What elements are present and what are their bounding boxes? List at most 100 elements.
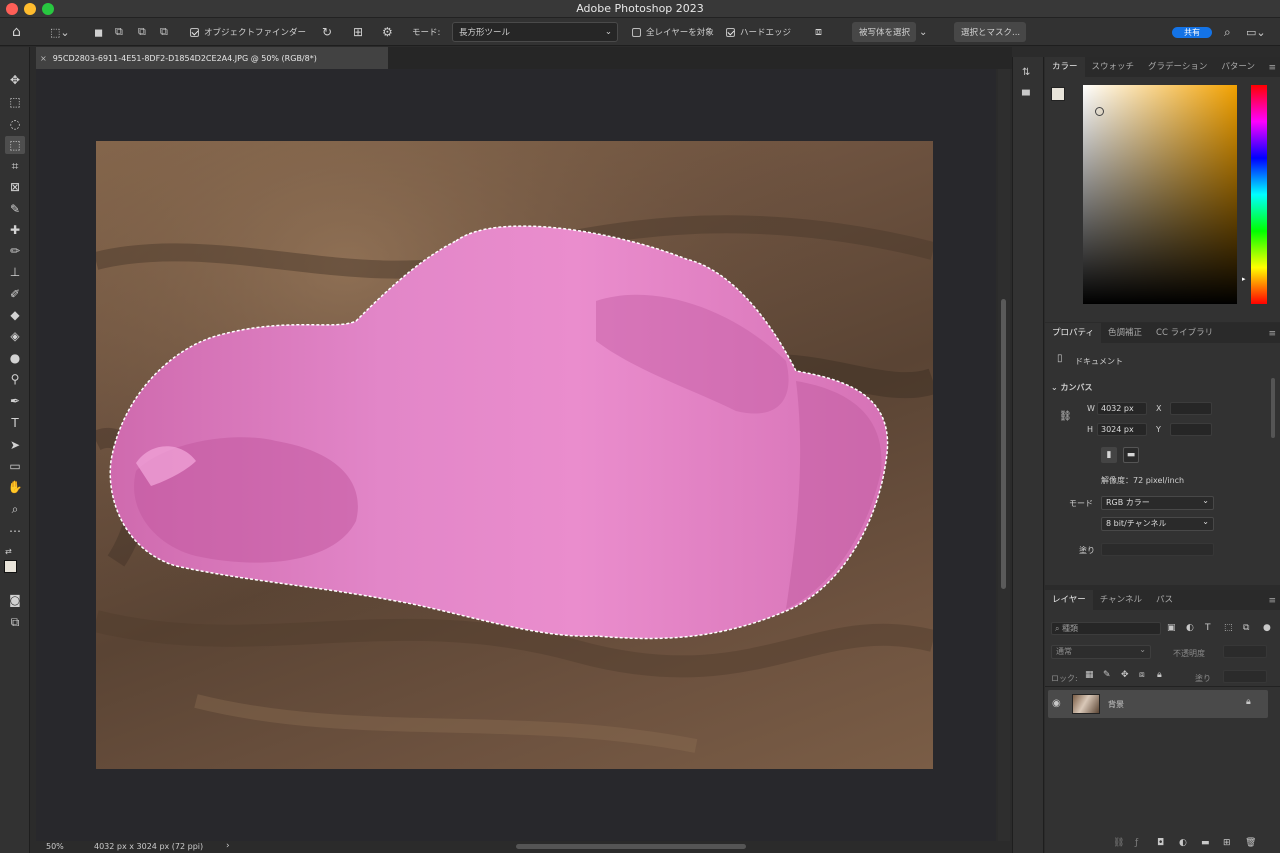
filter-shape-icon[interactable]: ⬚: [1224, 623, 1233, 633]
brush-tool-icon[interactable]: ✏: [5, 242, 25, 260]
blur-tool-icon[interactable]: ●: [5, 349, 25, 367]
object-selection-tool-preset-icon[interactable]: ⬚⌄: [50, 22, 70, 42]
filter-smart-object-icon[interactable]: ⧉: [1243, 623, 1249, 633]
tab-channels[interactable]: チャンネル: [1093, 590, 1149, 610]
filter-type-icon[interactable]: T: [1205, 623, 1211, 633]
screen-mode-icon[interactable]: ⧉: [5, 613, 25, 631]
tab-patterns[interactable]: パターン: [1214, 57, 1262, 77]
lock-position-icon[interactable]: ✥: [1121, 670, 1129, 680]
select-subject-dropdown-icon[interactable]: ⌄: [919, 22, 927, 42]
history-panel-icon[interactable]: ⇅: [1022, 67, 1030, 78]
selection-mode-new-icon[interactable]: ◼: [94, 22, 103, 42]
vertical-scrollbar[interactable]: [998, 69, 1010, 841]
fill-input[interactable]: [1223, 670, 1267, 683]
panel-menu-icon[interactable]: ≡: [1268, 63, 1276, 73]
y-input[interactable]: [1170, 423, 1212, 436]
hue-slider-handle-icon[interactable]: ▸: [1242, 275, 1246, 283]
vertical-scroll-thumb[interactable]: [1001, 299, 1006, 589]
pen-tool-icon[interactable]: ✒: [5, 392, 25, 410]
eyedropper-tool-icon[interactable]: ✎: [5, 200, 25, 218]
chevron-right-icon[interactable]: ›: [226, 841, 230, 851]
new-layer-icon[interactable]: ⊞: [1223, 838, 1231, 848]
rectangle-tool-icon[interactable]: ▭: [5, 457, 25, 475]
select-subject-button[interactable]: 被写体を選択: [852, 22, 916, 42]
new-group-icon[interactable]: ▬: [1201, 838, 1210, 848]
canvas-section-header[interactable]: ⌄ カンバス: [1051, 382, 1093, 393]
layer-style-icon[interactable]: ƒ: [1135, 838, 1138, 848]
swap-colors-icon[interactable]: ⇄: [5, 542, 25, 560]
zoom-tool-icon[interactable]: ⌕: [5, 500, 25, 518]
tab-cc-libraries[interactable]: CC ライブラリ: [1149, 323, 1220, 343]
foreground-color-chip[interactable]: [1051, 87, 1065, 101]
hard-edge-check[interactable]: [726, 27, 735, 37]
close-tab-icon[interactable]: ×: [40, 54, 47, 63]
height-input[interactable]: 3024 px: [1097, 423, 1147, 436]
marquee-tool-icon[interactable]: ⬚: [5, 93, 25, 111]
select-and-mask-button[interactable]: 選択とマスク...: [954, 22, 1026, 42]
horizontal-scroll-thumb[interactable]: [516, 844, 746, 849]
more-tools-icon[interactable]: ⋯: [5, 522, 25, 540]
blend-mode-select[interactable]: 通常: [1051, 644, 1151, 659]
search-icon[interactable]: ⌕: [1224, 22, 1231, 42]
landscape-orientation-icon[interactable]: ▬: [1123, 447, 1139, 463]
trash-icon[interactable]: 🗑︎: [1245, 838, 1256, 848]
dodge-tool-icon[interactable]: ⚲: [5, 370, 25, 388]
sample-all-layers-check[interactable]: [632, 27, 641, 37]
fill-select[interactable]: [1101, 543, 1214, 556]
filter-pixel-icon[interactable]: ▣: [1167, 623, 1176, 633]
foreground-color-swatch[interactable]: [4, 560, 17, 573]
lock-artboard-icon[interactable]: ⧈: [1139, 670, 1145, 680]
zoom-level[interactable]: 50%: [46, 842, 64, 851]
crop-tool-icon[interactable]: ⌗: [5, 157, 25, 175]
frame-tool-icon[interactable]: ⊠: [5, 178, 25, 196]
filter-adjustment-icon[interactable]: ◐: [1186, 623, 1194, 633]
tab-gradients[interactable]: グラデーション: [1141, 57, 1214, 77]
tab-properties[interactable]: プロパティ: [1045, 323, 1101, 343]
mode-select[interactable]: 長方形ツール ⌄: [452, 22, 618, 42]
enhance-edge-icon[interactable]: ⧈: [815, 22, 822, 42]
hard-edge-checkbox[interactable]: ハードエッジ: [726, 22, 791, 42]
move-tool-icon[interactable]: ✥: [5, 71, 25, 89]
color-picker-cursor[interactable]: [1095, 107, 1104, 116]
hand-tool-icon[interactable]: ✋: [5, 478, 25, 496]
object-finder-checkbox[interactable]: オブジェクトファインダー: [190, 22, 306, 42]
tab-color[interactable]: カラー: [1045, 57, 1085, 77]
selection-mode-subtract-icon[interactable]: ⧉: [138, 22, 146, 42]
object-finder-check[interactable]: [190, 27, 199, 37]
home-icon[interactable]: ⌂: [12, 22, 21, 42]
healing-brush-tool-icon[interactable]: ✚: [5, 221, 25, 239]
filter-toggle-icon[interactable]: ●: [1263, 623, 1271, 633]
show-all-objects-icon[interactable]: ⊞: [353, 22, 363, 42]
refresh-icon[interactable]: ↻: [322, 22, 332, 42]
type-tool-icon[interactable]: T: [5, 414, 25, 432]
canvas-area[interactable]: [36, 69, 996, 841]
color-mode-select[interactable]: RGB カラー: [1101, 495, 1214, 510]
opacity-input[interactable]: [1223, 645, 1267, 658]
adjustment-layer-icon[interactable]: ◐: [1179, 838, 1187, 848]
tab-paths[interactable]: パス: [1149, 590, 1180, 610]
workspace-icon[interactable]: ▭⌄: [1246, 22, 1266, 42]
gear-icon[interactable]: ⚙: [382, 22, 393, 42]
tab-layers[interactable]: レイヤー: [1045, 590, 1093, 610]
add-mask-icon[interactable]: ◘: [1157, 838, 1164, 848]
properties-scrollbar[interactable]: [1271, 378, 1275, 438]
link-layers-icon[interactable]: ⛓: [1113, 838, 1124, 848]
clone-stamp-tool-icon[interactable]: ⊥: [5, 263, 25, 281]
share-button[interactable]: 共有: [1172, 23, 1212, 41]
tab-swatches[interactable]: スウォッチ: [1085, 57, 1142, 77]
panel-menu-icon[interactable]: ≡: [1268, 329, 1276, 339]
layer-row-background[interactable]: ◉ 背景 🔒︎: [1048, 690, 1268, 718]
hue-slider[interactable]: [1251, 85, 1267, 304]
layer-filter-input[interactable]: ⌕ 種類: [1051, 622, 1161, 635]
history-brush-tool-icon[interactable]: ✐: [5, 285, 25, 303]
color-field[interactable]: [1083, 85, 1237, 304]
lock-all-icon[interactable]: 🔒︎: [1157, 670, 1162, 680]
eraser-tool-icon[interactable]: ◆: [5, 306, 25, 324]
document-tab[interactable]: × 95CD2803-6911-4E51-8DF2-D1854D2CE2A4.J…: [36, 47, 388, 69]
object-selection-tool-icon[interactable]: ⬚: [5, 136, 25, 154]
tab-adjustments[interactable]: 色調補正: [1101, 323, 1149, 343]
lasso-tool-icon[interactable]: ◌: [5, 115, 25, 133]
gradient-tool-icon[interactable]: ◈: [5, 327, 25, 345]
sample-all-layers-checkbox[interactable]: 全レイヤーを対象: [632, 22, 714, 42]
link-icon[interactable]: ⛓: [1059, 411, 1072, 422]
